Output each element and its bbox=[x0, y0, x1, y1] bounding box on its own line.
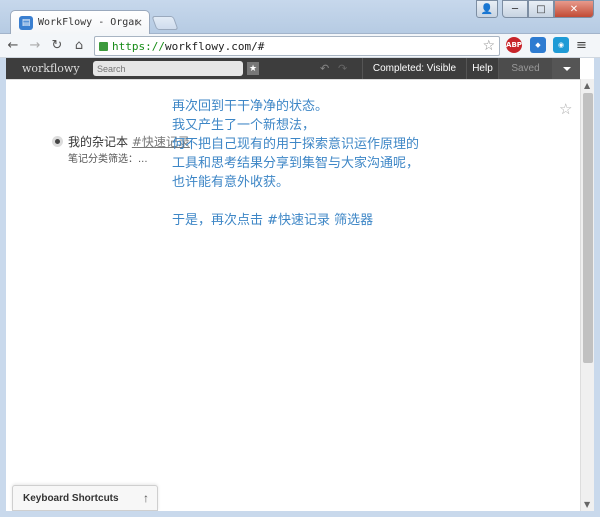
new-tab-button[interactable] bbox=[151, 16, 179, 30]
keyboard-shortcuts-label: Keyboard Shortcuts bbox=[23, 492, 119, 504]
brand-logo[interactable]: workflowy bbox=[22, 62, 92, 75]
lock-icon bbox=[99, 41, 108, 51]
reload-icon[interactable]: ↻ bbox=[48, 37, 66, 55]
url-scheme: https:// bbox=[112, 39, 165, 53]
maximize-button[interactable]: □ bbox=[528, 0, 554, 18]
bookmark-star-icon[interactable]: ☆ bbox=[482, 38, 495, 54]
settings-dropdown-button[interactable] bbox=[552, 58, 580, 79]
star-page-icon[interactable]: ☆ bbox=[559, 100, 572, 118]
user-profile-icon[interactable]: 👤 bbox=[476, 0, 498, 18]
item-note[interactable]: 笔记分类筛选：... bbox=[68, 150, 148, 165]
redo-icon[interactable]: ↷ bbox=[338, 62, 347, 75]
annotation-line: 工具和思考结果分享到集智与大家沟通呢， bbox=[172, 156, 420, 171]
extension-icon[interactable]: ◆ bbox=[530, 37, 546, 53]
expand-arrow-icon[interactable]: ↑ bbox=[143, 491, 149, 505]
annotation-line: 我又产生了一个新想法， bbox=[172, 118, 316, 133]
tab-title: WorkFlowy - Organize yo bbox=[38, 17, 138, 28]
annotation-line: 何不把自己现有的用于探索意识运作原理的 bbox=[172, 137, 420, 152]
tab-close-icon[interactable]: × bbox=[134, 16, 143, 29]
forward-arrow-icon[interactable]: → bbox=[26, 37, 44, 55]
minimize-button[interactable]: ─ bbox=[502, 0, 528, 18]
search-input[interactable] bbox=[93, 61, 243, 76]
annotation-text: 再次回到干干净净的状态。 我又产生了一个新想法， 何不把自己现有的用于探索意识运… bbox=[172, 97, 552, 230]
address-bar[interactable]: https://workflowy.com/# ☆ bbox=[94, 36, 500, 56]
extension-icon-2[interactable]: ◉ bbox=[553, 37, 569, 53]
back-arrow-icon[interactable]: ← bbox=[4, 37, 22, 55]
chevron-down-icon bbox=[562, 66, 571, 71]
tab-workflowy[interactable]: ▤ WorkFlowy - Organize yo × bbox=[10, 10, 150, 34]
starred-search-icon[interactable]: ★ bbox=[247, 62, 259, 75]
vertical-scrollbar[interactable]: ▲ ▼ bbox=[580, 79, 594, 511]
undo-icon[interactable]: ↶ bbox=[320, 62, 329, 75]
home-icon[interactable]: ⌂ bbox=[70, 37, 88, 55]
annotation-line: 再次回到干干净净的状态。 bbox=[172, 99, 329, 114]
saved-status: Saved bbox=[498, 58, 552, 79]
window-frame-right bbox=[594, 58, 600, 517]
annotation-line bbox=[172, 192, 552, 211]
browser-toolbar: ← → ↻ ⌂ https://workflowy.com/# ☆ ABP ◆ … bbox=[0, 34, 600, 58]
workflowy-favicon-icon: ▤ bbox=[19, 15, 33, 30]
workflowy-header: workflowy ★ ↶ ↷ Completed: Visible Help … bbox=[6, 58, 580, 79]
scrollbar-thumb[interactable] bbox=[583, 93, 593, 363]
scroll-up-icon[interactable]: ▲ bbox=[584, 81, 590, 90]
item-title: 我的杂记本 bbox=[68, 135, 129, 149]
annotation-line: 于是，再次点击 #快速记录 筛选器 bbox=[172, 213, 374, 228]
hamburger-menu-icon[interactable]: ≡ bbox=[576, 38, 587, 53]
completed-visible-button[interactable]: Completed: Visible bbox=[362, 58, 466, 79]
help-button[interactable]: Help bbox=[466, 58, 498, 79]
window-frame-bottom bbox=[0, 511, 600, 517]
window-controls: 👤 ─ □ ✕ bbox=[476, 0, 594, 18]
annotation-line: 也许能有意外收获。 bbox=[172, 175, 290, 190]
tab-strip: ▤ WorkFlowy - Organize yo × 👤 ─ □ ✕ bbox=[0, 0, 600, 34]
list-item-bullet[interactable] bbox=[52, 136, 63, 147]
url-path: workflowy.com/# bbox=[164, 39, 265, 53]
adblock-extension-icon[interactable]: ABP bbox=[506, 37, 522, 53]
keyboard-shortcuts-panel[interactable]: Keyboard Shortcuts ↑ bbox=[12, 485, 158, 511]
close-window-button[interactable]: ✕ bbox=[554, 0, 594, 18]
bullet-dot-icon bbox=[55, 139, 60, 144]
scroll-down-icon[interactable]: ▼ bbox=[584, 500, 590, 509]
